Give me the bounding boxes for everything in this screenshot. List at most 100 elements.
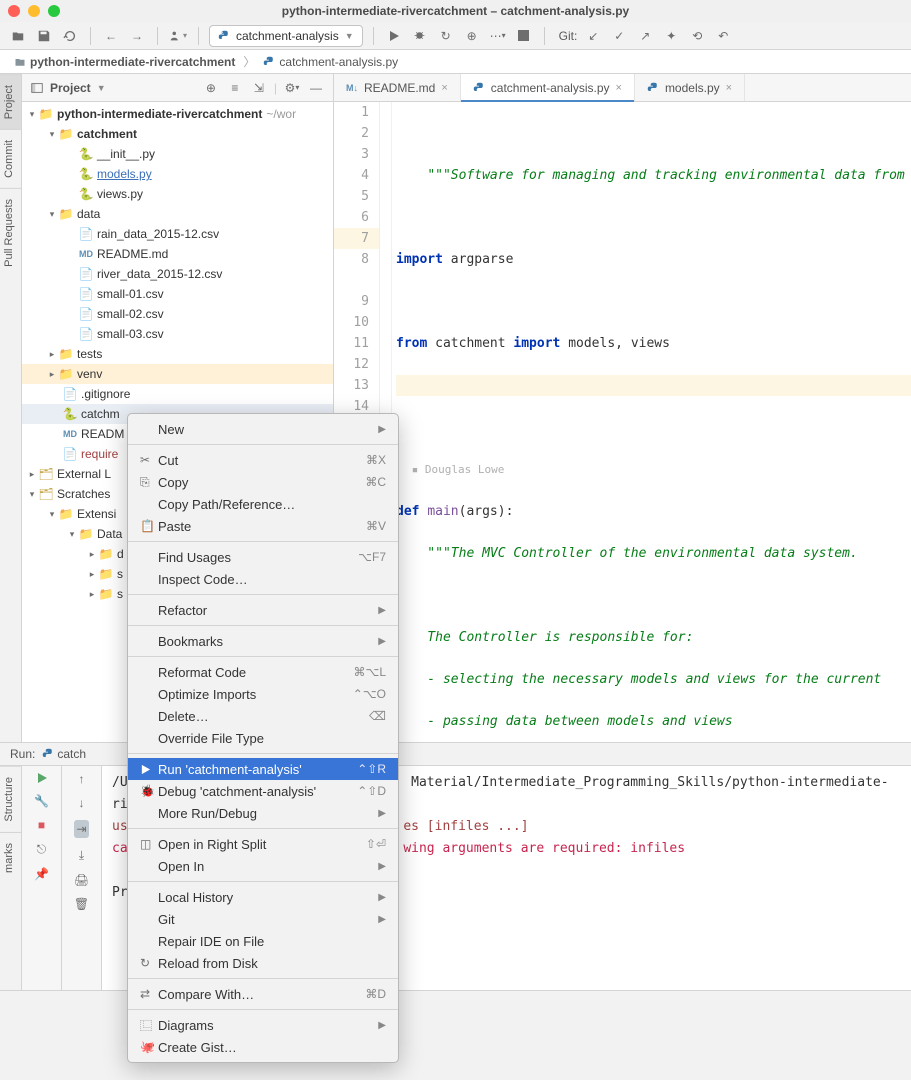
python-icon (263, 56, 275, 68)
git-push-icon[interactable]: ↗ (635, 26, 655, 46)
menu-compare[interactable]: ⇄Compare With…⌘D (128, 983, 398, 1005)
menu-copy-path[interactable]: Copy Path/Reference… (128, 493, 398, 515)
run-button[interactable] (384, 26, 404, 46)
tree-folder-tests[interactable]: ▸📁tests (22, 344, 333, 364)
stop-button[interactable] (514, 26, 534, 46)
menu-refactor[interactable]: Refactor▶ (128, 599, 398, 621)
stop-icon[interactable]: ■ (38, 818, 45, 832)
project-header: Project ▼ ⊕ ≡ ⇲ | ⚙▾ — (22, 74, 333, 102)
vcs-user-icon[interactable]: ▾ (168, 26, 188, 46)
tree-file-models[interactable]: 🐍models.py (22, 164, 333, 184)
tree-file-small03[interactable]: 📄small-03.csv (22, 324, 333, 344)
exit-icon[interactable]: ⎋ (37, 842, 47, 857)
menu-git[interactable]: Git▶ (128, 908, 398, 930)
forward-icon[interactable]: → (127, 26, 147, 46)
expand-all-icon[interactable]: ≡ (226, 79, 244, 97)
rerun-icon[interactable] (36, 772, 48, 784)
run-output-gutter: ↑ ↓ ⇥ ⤓ 🖨 🗑 (62, 766, 102, 990)
editor-body[interactable]: 1234567891011121314 """Software for mana… (334, 102, 911, 742)
run-config-selector[interactable]: catchment-analysis ▼ (209, 25, 363, 47)
menu-create-gist[interactable]: 🐙Create Gist… (128, 1036, 398, 1058)
chevron-right-icon: 〉 (243, 53, 255, 70)
tool-tab-bookmarks[interactable]: marks (0, 832, 21, 883)
tree-folder-catchment[interactable]: ▾📁catchment (22, 124, 333, 144)
tree-root[interactable]: ▾📁python-intermediate-rivercatchment~/wo… (22, 104, 333, 124)
menu-optimize[interactable]: Optimize Imports⌃⌥O (128, 683, 398, 705)
menu-paste[interactable]: 📋Paste⌘V (128, 515, 398, 537)
menu-debug[interactable]: 🐞Debug 'catchment-analysis'⌃⇧D (128, 780, 398, 802)
menu-open-in[interactable]: Open In▶ (128, 855, 398, 877)
menu-repair-ide[interactable]: Repair IDE on File (128, 930, 398, 952)
save-icon[interactable] (34, 26, 54, 46)
close-icon[interactable]: × (726, 82, 732, 94)
tree-folder-data[interactable]: ▾📁data (22, 204, 333, 224)
down-icon[interactable]: ↓ (79, 796, 85, 810)
menu-new[interactable]: New▶ (128, 418, 398, 440)
breadcrumb-file[interactable]: catchment-analysis.py (259, 53, 402, 71)
menu-local-history[interactable]: Local History▶ (128, 886, 398, 908)
menu-open-right-split[interactable]: ◫Open in Right Split⇧⏎ (128, 833, 398, 855)
git-rollback-icon[interactable]: ↶ (713, 26, 733, 46)
debug-button[interactable] (410, 26, 430, 46)
hide-icon[interactable]: — (307, 79, 325, 97)
tool-tab-pull-requests[interactable]: Pull Requests (0, 188, 21, 277)
git-commit-icon[interactable]: ✓ (609, 26, 629, 46)
tree-file-small01[interactable]: 📄small-01.csv (22, 284, 333, 304)
tree-folder-venv[interactable]: ▸📁venv (22, 364, 333, 384)
breadcrumb-project[interactable]: python-intermediate-rivercatchment (10, 53, 239, 71)
pin-icon[interactable]: 📌 (34, 867, 49, 881)
git-compare-icon[interactable]: ✦ (661, 26, 681, 46)
clear-icon[interactable]: 🗑 (74, 897, 89, 911)
tree-file-gitignore[interactable]: 📄.gitignore (22, 384, 333, 404)
tab-analysis[interactable]: catchment-analysis.py× (461, 74, 635, 101)
project-title[interactable]: Project (50, 81, 91, 95)
tree-file-readme-data[interactable]: MDREADME.md (22, 244, 333, 264)
scroll-end-icon[interactable]: ⤓ (79, 848, 84, 863)
reload-icon[interactable] (60, 26, 80, 46)
up-icon[interactable]: ↑ (79, 772, 85, 786)
coverage-button[interactable]: ↻ (436, 26, 456, 46)
run-settings-icon[interactable]: 🔧 (34, 794, 49, 808)
close-icon[interactable]: × (441, 82, 447, 94)
tree-file-views[interactable]: 🐍views.py (22, 184, 333, 204)
menu-copy[interactable]: ⎘Copy⌘C (128, 471, 398, 493)
tree-file-init[interactable]: 🐍__init__.py (22, 144, 333, 164)
menu-inspect[interactable]: Inspect Code… (128, 568, 398, 590)
menu-more-run[interactable]: More Run/Debug▶ (128, 802, 398, 824)
menu-delete[interactable]: Delete…⌫ (128, 705, 398, 727)
tab-readme[interactable]: M↓README.md× (334, 74, 461, 101)
select-opened-icon[interactable]: ⊕ (202, 79, 220, 97)
markdown-icon: M↓ (346, 83, 358, 93)
collapse-all-icon[interactable]: ⇲ (250, 79, 268, 97)
folder-icon (14, 56, 26, 68)
tree-file-river[interactable]: 📄river_data_2015-12.csv (22, 264, 333, 284)
more-run-icon[interactable]: ⋯▾ (488, 26, 508, 46)
settings-icon[interactable]: ⚙▾ (283, 79, 301, 97)
tree-file-small02[interactable]: 📄small-02.csv (22, 304, 333, 324)
tool-tab-structure[interactable]: Structure (0, 766, 21, 832)
git-update-icon[interactable]: ↙ (583, 26, 603, 46)
menu-reformat[interactable]: Reformat Code⌘⌥L (128, 661, 398, 683)
menu-diagrams[interactable]: ⿺Diagrams▶ (128, 1014, 398, 1036)
menu-reload[interactable]: ↻Reload from Disk (128, 952, 398, 974)
close-icon[interactable]: × (616, 82, 622, 94)
open-icon[interactable] (8, 26, 28, 46)
menu-cut[interactable]: ✂Cut⌘X (128, 449, 398, 471)
back-icon[interactable]: ← (101, 26, 121, 46)
run-label: Run: (10, 747, 35, 761)
chevron-down-icon[interactable]: ▼ (97, 83, 106, 93)
softwrap-icon[interactable]: ⇥ (74, 820, 88, 838)
menu-bookmarks[interactable]: Bookmarks▶ (128, 630, 398, 652)
profile-button[interactable]: ⊕ (462, 26, 482, 46)
tree-file-rain[interactable]: 📄rain_data_2015-12.csv (22, 224, 333, 244)
menu-run[interactable]: Run 'catchment-analysis'⌃⇧R (128, 758, 398, 780)
print-icon[interactable]: 🖨 (74, 873, 89, 887)
tab-models[interactable]: models.py× (635, 74, 745, 101)
git-history-icon[interactable]: ⟲ (687, 26, 707, 46)
menu-override-filetype[interactable]: Override File Type (128, 727, 398, 749)
editor-area: M↓README.md× catchment-analysis.py× mode… (334, 74, 911, 742)
tool-tab-project[interactable]: Project (0, 74, 21, 129)
tool-tab-commit[interactable]: Commit (0, 129, 21, 188)
code-text[interactable]: """Software for managing and tracking en… (392, 102, 911, 742)
menu-find-usages[interactable]: Find Usages⌥F7 (128, 546, 398, 568)
